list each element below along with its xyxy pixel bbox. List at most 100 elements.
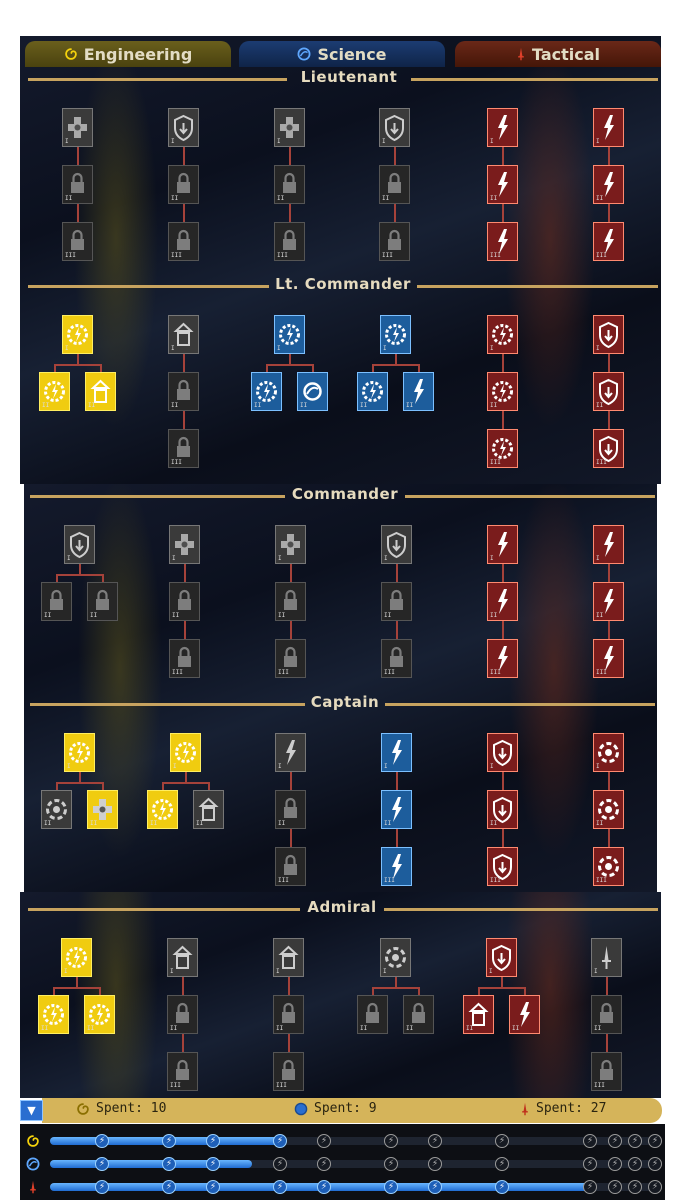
tab-tactical[interactable]: Tactical [455, 41, 661, 67]
tower-skill-node[interactable]: I [273, 938, 304, 977]
gearbolt-skill-node[interactable]: I [62, 315, 93, 354]
gearbolt-skill-node[interactable]: I [274, 315, 305, 354]
ring-skill-node[interactable]: II [41, 790, 72, 829]
locked-skill-node[interactable]: II [168, 165, 199, 204]
locked-skill-node[interactable]: III [273, 1052, 304, 1091]
ring-skill-node[interactable]: III [593, 847, 624, 886]
tower-skill-node[interactable]: I [168, 315, 199, 354]
gearbolt-skill-node[interactable]: I [487, 315, 518, 354]
locked-skill-node[interactable]: II [275, 582, 306, 621]
rank-numeral: II [278, 612, 286, 619]
bolt-skill-node[interactable]: I [487, 108, 518, 147]
bolt-skill-node[interactable]: III [381, 847, 412, 886]
locked-skill-node[interactable]: II [167, 995, 198, 1034]
bolt-skill-node[interactable]: I [487, 525, 518, 564]
locked-skill-node[interactable]: II [87, 582, 118, 621]
locked-skill-node[interactable]: II [273, 995, 304, 1034]
shield-skill-node[interactable]: III [593, 429, 624, 468]
cross-skill-node[interactable]: I [275, 525, 306, 564]
gearbolt-skill-node[interactable]: II [251, 372, 282, 411]
bolt-skill-node[interactable]: II [487, 582, 518, 621]
gearbolt-skill-node[interactable]: II [38, 995, 69, 1034]
gearbolt-skill-node[interactable]: I [380, 315, 411, 354]
shield-skill-node[interactable]: II [593, 372, 624, 411]
ring-skill-node[interactable]: I [593, 733, 624, 772]
locked-skill-node[interactable]: III [168, 222, 199, 261]
locked-skill-node[interactable]: II [62, 165, 93, 204]
gearbolt-skill-node[interactable]: II [84, 995, 115, 1034]
cross-skill-node[interactable]: II [87, 790, 118, 829]
bolt-skill-node[interactable]: III [593, 222, 624, 261]
tree-connector [608, 147, 610, 165]
shield-skill-node[interactable]: I [487, 733, 518, 772]
orb-skill-node[interactable]: II [297, 372, 328, 411]
locked-skill-node[interactable]: II [403, 995, 434, 1034]
bolt-skill-node[interactable]: I [593, 525, 624, 564]
shield-skill-node[interactable]: I [64, 525, 95, 564]
tower-skill-node[interactable]: II [85, 372, 116, 411]
bolt-skill-node[interactable]: I [593, 108, 624, 147]
locked-skill-node[interactable]: III [381, 639, 412, 678]
bolt-skill-node[interactable]: III [487, 222, 518, 261]
tab-science[interactable]: Science [239, 41, 445, 67]
shield-skill-node[interactable]: I [381, 525, 412, 564]
bolt-skill-node[interactable]: I [275, 733, 306, 772]
locked-skill-node[interactable]: III [167, 1052, 198, 1091]
locked-skill-node[interactable]: II [381, 582, 412, 621]
bolt-skill-node[interactable]: II [403, 372, 434, 411]
cross-skill-node[interactable]: I [62, 108, 93, 147]
gearbolt-skill-node[interactable]: II [147, 790, 178, 829]
locked-skill-node[interactable]: III [591, 1052, 622, 1091]
locked-skill-node[interactable]: III [62, 222, 93, 261]
collapse-dropdown-button[interactable]: ▼ [20, 1100, 43, 1121]
gearbolt-skill-node[interactable]: II [39, 372, 70, 411]
gearbolt-skill-node[interactable]: II [357, 372, 388, 411]
shield-skill-node[interactable]: III [487, 847, 518, 886]
gearbolt-skill-node[interactable]: I [61, 938, 92, 977]
locked-skill-node[interactable]: II [41, 582, 72, 621]
bolt-skill-node[interactable]: III [593, 639, 624, 678]
bolt-skill-node[interactable]: II [593, 582, 624, 621]
gearbolt-skill-node[interactable]: I [170, 733, 201, 772]
dagger-skill-node[interactable]: I [591, 938, 622, 977]
tower-skill-node[interactable]: I [167, 938, 198, 977]
tower-skill-node[interactable]: II [193, 790, 224, 829]
gearbolt-skill-node[interactable]: III [487, 429, 518, 468]
ring-skill-node[interactable]: II [593, 790, 624, 829]
progress-milestone-icon: ⚡ [428, 1134, 442, 1148]
bolt-skill-node[interactable]: II [487, 165, 518, 204]
tab-engineering[interactable]: Engineering [25, 41, 231, 67]
locked-skill-node[interactable]: II [379, 165, 410, 204]
tree-connector [54, 987, 100, 989]
gearbolt-skill-node[interactable]: II [487, 372, 518, 411]
shield-skill-node[interactable]: II [487, 790, 518, 829]
bolt-skill-node[interactable]: I [381, 733, 412, 772]
locked-skill-node[interactable]: II [357, 995, 388, 1034]
cross-skill-node[interactable]: I [274, 108, 305, 147]
locked-skill-node[interactable]: III [379, 222, 410, 261]
shield-skill-node[interactable]: I [379, 108, 410, 147]
locked-skill-node[interactable]: III [274, 222, 305, 261]
bolt-skill-node[interactable]: II [593, 165, 624, 204]
bolt-skill-node[interactable]: II [381, 790, 412, 829]
tower-skill-node[interactable]: II [463, 995, 494, 1034]
locked-skill-node[interactable]: II [591, 995, 622, 1034]
bolt-skill-node[interactable]: II [509, 995, 540, 1034]
shield-skill-node[interactable]: I [593, 315, 624, 354]
locked-skill-node[interactable]: III [275, 639, 306, 678]
tree-connector [182, 1034, 184, 1052]
shield-skill-node[interactable]: I [168, 108, 199, 147]
locked-skill-node[interactable]: II [274, 165, 305, 204]
locked-skill-node[interactable]: III [275, 847, 306, 886]
locked-skill-node[interactable]: III [169, 639, 200, 678]
rank-numeral: III [278, 877, 289, 884]
locked-skill-node[interactable]: II [169, 582, 200, 621]
ring-skill-node[interactable]: I [380, 938, 411, 977]
locked-skill-node[interactable]: II [168, 372, 199, 411]
shield-skill-node[interactable]: I [486, 938, 517, 977]
gearbolt-skill-node[interactable]: I [64, 733, 95, 772]
locked-skill-node[interactable]: II [275, 790, 306, 829]
cross-skill-node[interactable]: I [169, 525, 200, 564]
locked-skill-node[interactable]: III [168, 429, 199, 468]
bolt-skill-node[interactable]: III [487, 639, 518, 678]
